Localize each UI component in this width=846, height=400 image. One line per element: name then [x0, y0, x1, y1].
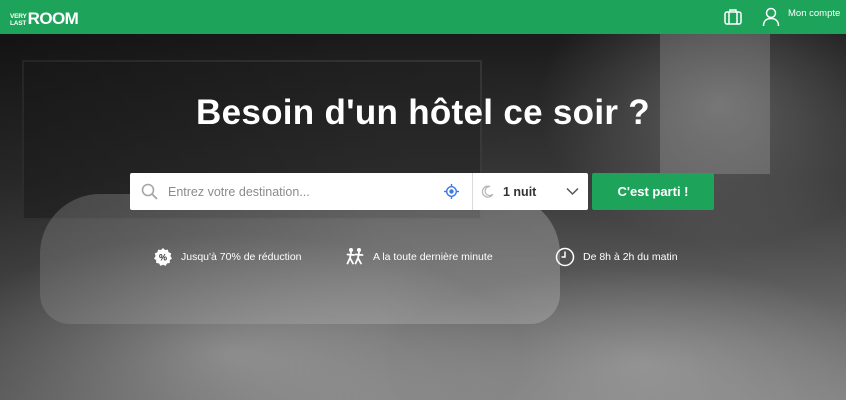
nights-value: 1 nuit	[503, 185, 537, 199]
destination-input[interactable]	[168, 173, 438, 210]
submit-search-button[interactable]: C'est parti !	[592, 173, 714, 210]
hero-overlay	[0, 34, 846, 400]
logo-line1: VERY	[10, 13, 27, 20]
hero-background	[0, 34, 846, 400]
svg-text:%: %	[159, 253, 167, 263]
logo-line2: LAST	[10, 20, 27, 27]
logo-main-text: ROOM	[27, 9, 79, 28]
feature-hours: De 8h à 2h du matin	[555, 246, 678, 268]
running-people-icon	[346, 248, 364, 265]
moon-icon	[481, 185, 494, 198]
account-link[interactable]: Mon compte	[762, 5, 840, 29]
page-title: Besoin d'un hôtel ce soir ?	[196, 93, 650, 132]
percent-badge-icon: %	[154, 248, 172, 266]
logo[interactable]: VERY LAST ROOM	[10, 7, 79, 28]
suitcase-icon[interactable]	[723, 7, 743, 27]
locate-icon[interactable]	[444, 184, 459, 199]
chevron-down-icon	[566, 187, 579, 196]
search-icon	[141, 183, 158, 200]
logo-small-text: VERY LAST	[10, 13, 27, 27]
top-navbar: VERY LAST ROOM Mon compte	[0, 0, 846, 34]
account-label: Mon compte	[788, 8, 841, 19]
feature-discount: % Jusqu'à 70% de réduction	[153, 246, 302, 268]
feature-last-minute-label: A la toute dernière minute	[373, 251, 493, 263]
nights-select[interactable]: 1 nuit	[472, 173, 588, 210]
clock-icon	[555, 247, 575, 267]
feature-hours-label: De 8h à 2h du matin	[583, 251, 678, 263]
feature-discount-label: Jusqu'à 70% de réduction	[181, 251, 302, 263]
feature-last-minute: A la toute dernière minute	[345, 246, 493, 268]
destination-search	[130, 173, 475, 210]
user-icon	[762, 7, 780, 27]
